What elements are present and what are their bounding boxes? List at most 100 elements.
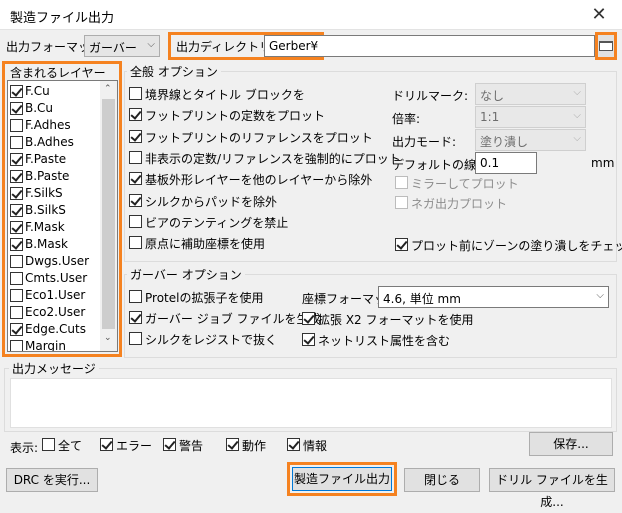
general-option-checkbox[interactable] xyxy=(129,193,142,207)
layer-label: F.Paste xyxy=(25,152,67,166)
filter-checkbox[interactable] xyxy=(100,438,113,451)
x2-format-label: 拡張 X2 フォーマットを使用 xyxy=(318,313,474,327)
layer-item[interactable]: Margin xyxy=(8,338,100,351)
browse-folder-button[interactable] xyxy=(598,35,614,57)
layer-item[interactable]: Edge.Cuts xyxy=(8,321,100,338)
line-width-input[interactable]: 0.1 xyxy=(475,152,537,174)
output-mode-label: 出力モード: xyxy=(392,135,457,149)
general-option-checkbox[interactable] xyxy=(129,214,142,228)
layer-checkbox[interactable] xyxy=(10,238,23,251)
layer-label: Dwgs.User xyxy=(25,254,90,268)
scale-value: 1:1 xyxy=(480,110,500,124)
mirror-checkbox[interactable] xyxy=(395,176,408,189)
drill-mark-select[interactable]: なし ⌵ xyxy=(475,83,586,105)
layer-checkbox[interactable] xyxy=(10,289,23,302)
layer-item[interactable]: B.SilkS xyxy=(8,202,100,219)
scroll-up-icon[interactable]: ⌃ xyxy=(104,84,112,94)
filter-checkbox[interactable] xyxy=(42,438,55,451)
coord-format-select[interactable]: 4.6, 単位 mm ⌵ xyxy=(378,286,609,308)
general-option-checkbox[interactable] xyxy=(129,87,142,100)
plot-button[interactable]: 製造ファイル出力 xyxy=(292,467,392,491)
layer-checkbox[interactable] xyxy=(10,102,23,115)
filter-label: 全て xyxy=(58,439,83,453)
scroll-down-icon[interactable]: ⌄ xyxy=(104,333,112,343)
negative-checkbox[interactable] xyxy=(395,196,408,209)
messages-title: 出力メッセージ xyxy=(9,360,99,377)
gerber-option-checkbox[interactable] xyxy=(129,332,142,345)
gerber-option-checkbox[interactable] xyxy=(129,290,142,303)
layer-item[interactable]: F.Mask xyxy=(8,219,100,236)
general-option-checkbox[interactable] xyxy=(129,150,142,164)
layer-item[interactable]: F.SilkS xyxy=(8,185,100,202)
layer-checkbox[interactable] xyxy=(10,85,23,98)
layer-item[interactable]: B.Mask xyxy=(8,236,100,253)
chevron-down-icon: ⌵ xyxy=(573,133,581,144)
layers-scrollbar[interactable]: ⌃ ⌄ xyxy=(100,81,117,351)
layer-checkbox[interactable] xyxy=(10,323,23,336)
generate-drill-button[interactable]: ドリル ファイルを生成... xyxy=(489,468,615,509)
general-option-checkbox[interactable] xyxy=(129,129,142,143)
general-option-label: フットプリントの定数をプロット xyxy=(145,109,326,124)
zone-fill-label: プロット前にゾーンの塗り潰しをチェック xyxy=(411,239,622,253)
output-mode-select[interactable]: 塗り潰し ⌵ xyxy=(475,129,586,151)
layer-checkbox[interactable] xyxy=(10,272,23,285)
show-label: 表示: xyxy=(10,441,39,455)
run-drc-button[interactable]: DRC を実行... xyxy=(6,468,98,492)
layer-item[interactable]: B.Cu xyxy=(8,100,100,117)
filter-label: 動作 xyxy=(242,439,267,453)
general-option-label: 原点に補助座標を使用 xyxy=(145,237,266,252)
layer-item[interactable]: Eco1.User xyxy=(8,287,100,304)
general-option-checkbox[interactable] xyxy=(129,108,142,122)
general-option-checkbox[interactable] xyxy=(129,236,142,250)
layer-item[interactable]: Cmts.User xyxy=(8,270,100,287)
chevron-down-icon: ⌵ xyxy=(596,290,604,301)
layer-checkbox[interactable] xyxy=(10,136,23,149)
layer-label: B.SilkS xyxy=(25,203,66,217)
output-dir-input[interactable]: Gerber¥ xyxy=(264,35,595,57)
gerber-option-label: ガーバー ジョブ ファイルを生成 xyxy=(145,312,321,326)
filter-checkbox[interactable] xyxy=(226,438,239,451)
coord-format-value: 4.6, 単位 mm xyxy=(383,292,461,306)
layer-checkbox[interactable] xyxy=(10,306,23,319)
filter-checkbox[interactable] xyxy=(287,438,300,451)
general-option-label: 非表示の定数/リファレンスを強制的にプロット xyxy=(145,151,401,166)
layer-checkbox[interactable] xyxy=(10,187,23,200)
layer-checkbox[interactable] xyxy=(10,153,23,166)
layers-list[interactable]: F.Cu B.Cu F.Adhes B.Adhes F.Paste B.Paste F.Si… xyxy=(7,80,118,352)
save-button[interactable]: 保存... xyxy=(529,432,613,456)
netlist-attr-checkbox[interactable] xyxy=(302,333,315,346)
layer-item[interactable]: B.Paste xyxy=(8,168,100,185)
filter-checkbox[interactable] xyxy=(163,438,176,451)
layer-item[interactable]: Eco2.User xyxy=(8,304,100,321)
layer-item[interactable]: F.Paste xyxy=(8,151,100,168)
chevron-down-icon: ⌵ xyxy=(573,110,581,121)
mirror-label: ミラーしてプロット xyxy=(411,177,519,191)
close-icon[interactable]: ✕ xyxy=(576,0,622,30)
layer-item[interactable]: F.Cu xyxy=(8,83,100,100)
layer-label: Edge.Cuts xyxy=(25,322,86,336)
layer-checkbox[interactable] xyxy=(10,255,23,268)
layer-checkbox[interactable] xyxy=(10,340,23,351)
general-option-checkbox[interactable] xyxy=(129,172,142,186)
messages-textarea[interactable] xyxy=(10,378,612,428)
layer-checkbox[interactable] xyxy=(10,170,23,183)
window-title: 製造ファイル出力 xyxy=(10,11,115,26)
zone-fill-checkbox[interactable] xyxy=(395,238,408,251)
general-option-label: フットプリントのリファレンスをプロット xyxy=(145,130,373,145)
close-button[interactable]: 閉じる xyxy=(404,468,480,492)
x2-format-checkbox[interactable] xyxy=(302,312,315,325)
layer-checkbox[interactable] xyxy=(10,119,23,132)
gerber-option-checkbox[interactable] xyxy=(129,311,142,324)
layers-title: 含まれるレイヤー xyxy=(10,66,106,80)
layer-label: Cmts.User xyxy=(25,271,88,285)
layer-item[interactable]: Dwgs.User xyxy=(8,253,100,270)
general-options-title: 全般 オプション xyxy=(127,63,221,80)
layer-item[interactable]: F.Adhes xyxy=(8,117,100,134)
scale-select[interactable]: 1:1 ⌵ xyxy=(475,106,586,128)
output-format-select[interactable]: ガーバー ⌵ xyxy=(84,35,160,57)
layer-label: B.Mask xyxy=(25,237,68,251)
layer-item[interactable]: B.Adhes xyxy=(8,134,100,151)
scroll-thumb[interactable] xyxy=(102,99,115,329)
layer-checkbox[interactable] xyxy=(10,204,23,217)
layer-checkbox[interactable] xyxy=(10,221,23,234)
